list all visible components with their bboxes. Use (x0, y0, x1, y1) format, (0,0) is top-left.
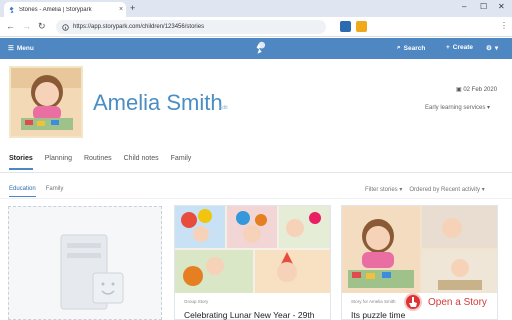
address-bar: ← → ↻ https://app.storypark.com/children… (0, 17, 512, 37)
close-window-button[interactable]: ✕ (498, 2, 505, 11)
app-header: ☰ Menu ⌕ Search + Create ⚙ ▾ (0, 38, 512, 59)
search-button[interactable]: ⌕ Search (397, 44, 425, 52)
tab-family[interactable]: Family (171, 155, 192, 170)
browser-tab[interactable]: Stories - Amelia | Storypark × (4, 2, 126, 17)
plus-icon: + (446, 44, 450, 51)
tabs-divider (0, 172, 512, 173)
hand-pointer-icon (409, 297, 417, 307)
story-placeholder-icon (60, 234, 124, 310)
child-photo (11, 68, 81, 136)
filter-stories-dropdown[interactable]: Filter stories ▾ (365, 186, 402, 193)
story-photo (175, 206, 330, 293)
subtab-family[interactable]: Family (46, 186, 64, 197)
child-avatar (9, 66, 83, 138)
browser-tab-bar: Stories - Amelia | Storypark × + – ☐ ✕ (0, 0, 512, 17)
story-title[interactable]: Celebrating Lunar New Year - 29th (184, 310, 314, 320)
menu-label: Menu (16, 44, 34, 52)
subtab-education[interactable]: Education (9, 186, 36, 197)
filters-divider (0, 198, 512, 199)
dob-value: 02 Feb 2020 (463, 87, 498, 93)
profile-tabs: Stories Planning Routines Child notes Fa… (9, 155, 191, 170)
create-button[interactable]: + Create (446, 44, 473, 51)
child-name: Amelia Smith (93, 90, 223, 115)
storypark-logo-icon[interactable] (251, 40, 269, 57)
chevron-down-icon: ▾ (487, 105, 491, 111)
back-icon[interactable]: ← (6, 21, 15, 31)
chevron-down-icon: ▾ (494, 45, 499, 52)
browser-menu-icon[interactable]: ⋮ (500, 21, 508, 30)
story-card[interactable]: Group Story Celebrating Lunar New Year -… (174, 205, 331, 320)
cake-icon: ▣ (456, 87, 462, 93)
click-indicator-icon (404, 293, 422, 311)
tab-planning[interactable]: Planning (45, 155, 72, 170)
filter-label: Filter stories (365, 187, 398, 193)
browser-tab-title: Stories - Amelia | Storypark (19, 6, 92, 13)
extension-icon[interactable] (340, 21, 351, 32)
new-tab-button[interactable]: + (130, 3, 135, 13)
gear-icon: ⚙ (486, 45, 492, 52)
extension-bolt-icon[interactable] (356, 21, 367, 32)
story-collage (175, 206, 330, 293)
site-info-icon[interactable] (62, 23, 69, 31)
services-dropdown[interactable]: Early learning services ▾ (425, 104, 490, 111)
open-story-callout: Open a Story (404, 292, 500, 312)
story-filters: Filter stories ▾ Ordered by Recent activ… (365, 186, 485, 193)
reload-icon[interactable]: ↻ (38, 21, 46, 32)
settings-button[interactable]: ⚙ ▾ (486, 44, 498, 52)
tab-stories[interactable]: Stories (9, 155, 33, 170)
storypark-favicon-icon (9, 6, 14, 13)
create-label: Create (452, 44, 474, 51)
order-dropdown[interactable]: Ordered by Recent activity ▾ (409, 186, 484, 193)
menu-button[interactable]: ☰ Menu (8, 44, 34, 53)
story-photo (342, 206, 497, 293)
story-title[interactable]: Its puzzle time (351, 310, 405, 320)
edit-link[interactable]: Edit (219, 105, 228, 111)
date-of-birth: ▣ 02 Feb 2020 (456, 86, 497, 93)
story-kind: Group Story (184, 299, 209, 304)
story-collage (342, 206, 497, 293)
url-text: https://app.storypark.com/children/12345… (73, 24, 205, 30)
search-label: Search (403, 44, 426, 52)
maximize-button[interactable]: ☐ (480, 2, 487, 11)
callout-label: Open a Story (428, 296, 487, 308)
tab-child-notes[interactable]: Child notes (124, 155, 159, 170)
minimize-button[interactable]: – (462, 2, 466, 11)
tab-routines[interactable]: Routines (84, 155, 112, 170)
story-subtabs: Education Family (9, 186, 63, 197)
story-kind: Story for Amelia Smith (351, 299, 396, 304)
search-icon: ⌕ (397, 44, 401, 51)
order-label: Ordered by Recent activity (409, 187, 481, 193)
url-field[interactable]: https://app.storypark.com/children/12345… (56, 20, 326, 34)
tab-close-icon[interactable]: × (116, 6, 126, 13)
new-story-placeholder[interactable] (8, 206, 162, 320)
forward-icon[interactable]: → (22, 21, 31, 31)
hamburger-icon: ☰ (8, 45, 14, 52)
services-label: Early learning services (425, 105, 486, 111)
